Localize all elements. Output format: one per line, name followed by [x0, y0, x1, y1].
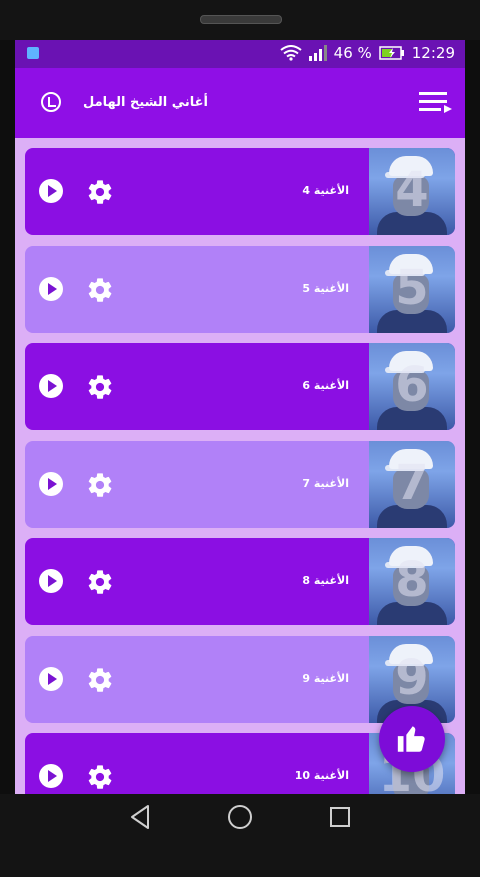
app-logo-icon[interactable] [41, 92, 61, 112]
thumbnail-number: 6 [395, 357, 429, 413]
like-fab-button[interactable] [379, 706, 445, 772]
gear-icon[interactable] [86, 276, 114, 304]
song-thumbnail: 4 [369, 148, 455, 235]
song-title: الأغنية 6 [302, 379, 349, 392]
status-bar: 46 % 12:29 [15, 40, 465, 68]
play-circle-icon[interactable] [39, 374, 63, 398]
app-title: أغاني الشيخ الهامل [83, 95, 208, 110]
thumbnail-number: 9 [395, 649, 429, 706]
thumbnail-number: 7 [395, 454, 429, 511]
home-circle-icon[interactable] [227, 804, 253, 830]
gear-icon[interactable] [86, 763, 114, 791]
battery-icon [379, 46, 404, 60]
song-row[interactable]: الأغنية 4 4 [25, 148, 455, 235]
play-circle-icon[interactable] [39, 471, 63, 496]
app-screen: 46 % 12:29 أغاني الشيخ الهامل الأغنية 4 4… [15, 40, 465, 794]
play-circle-icon[interactable] [39, 666, 63, 691]
system-nav-bar [0, 794, 480, 877]
battery-percent: 46 % [333, 44, 372, 62]
song-list: الأغنية 4 4 الأغنية 5 5 الأغنية 6 6 الأغنية 7 7… [25, 148, 455, 794]
song-title: الأغنية 8 [302, 574, 349, 587]
notification-icon [27, 47, 39, 59]
song-row[interactable]: الأغنية 6 6 [25, 343, 455, 430]
gear-icon[interactable] [86, 666, 114, 694]
song-row[interactable]: الأغنية 9 9 [25, 635, 455, 723]
song-thumbnail: 7 [369, 440, 455, 528]
song-thumbnail: 6 [369, 343, 455, 430]
song-row[interactable]: الأغنية 7 7 [25, 440, 455, 528]
play-circle-icon[interactable] [39, 276, 63, 301]
song-row[interactable]: الأغنية 5 5 [25, 245, 455, 333]
playlist-menu-button[interactable] [419, 90, 452, 114]
wifi-icon [280, 45, 302, 61]
song-title: الأغنية 9 [302, 671, 349, 685]
thumbnail-number: 8 [395, 552, 429, 608]
signal-icon [308, 45, 327, 61]
clock: 12:29 [411, 44, 455, 62]
play-circle-icon[interactable] [39, 764, 63, 788]
song-thumbnail: 5 [369, 245, 455, 333]
playlist-menu-icon [444, 105, 452, 113]
status-right-group: 46 % 12:29 [280, 44, 455, 62]
gear-icon[interactable] [86, 178, 114, 206]
device-top-bezel [0, 0, 480, 40]
song-title: الأغنية 5 [302, 281, 349, 295]
thumbs-up-icon [397, 726, 425, 752]
app-bar: أغاني الشيخ الهامل [15, 68, 465, 138]
song-title: الأغنية 7 [302, 476, 349, 490]
gear-icon[interactable] [86, 373, 114, 401]
earpiece-speaker [200, 15, 282, 24]
thumbnail-number: 4 [395, 162, 429, 218]
gear-icon[interactable] [86, 471, 114, 499]
recents-square-icon[interactable] [329, 806, 351, 828]
thumbnail-number: 5 [395, 259, 429, 316]
song-title: الأغنية 4 [302, 184, 349, 197]
song-title: الأغنية 10 [294, 769, 349, 782]
song-thumbnail: 8 [369, 538, 455, 625]
song-row[interactable]: الأغنية 8 8 [25, 538, 455, 625]
play-circle-icon[interactable] [39, 569, 63, 593]
play-circle-icon[interactable] [39, 179, 63, 203]
back-triangle-icon[interactable] [128, 804, 152, 830]
gear-icon[interactable] [86, 568, 114, 596]
